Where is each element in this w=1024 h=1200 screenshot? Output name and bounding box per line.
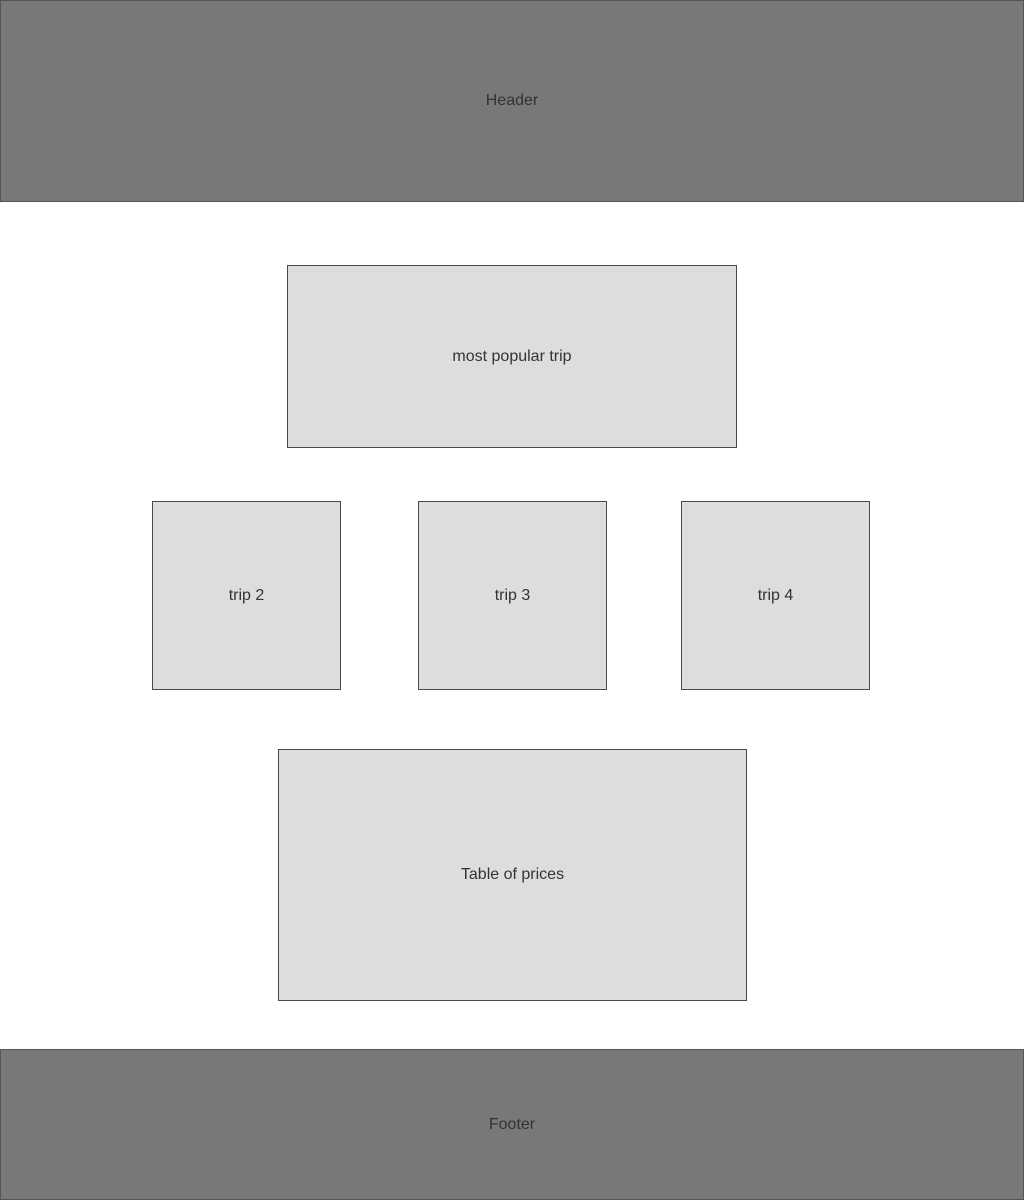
trip-4-block: trip 4 bbox=[681, 501, 870, 690]
table-of-prices-block: Table of prices bbox=[278, 749, 747, 1001]
trip-2-block: trip 2 bbox=[152, 501, 341, 690]
header-label: Header bbox=[485, 92, 539, 109]
trip-2-label: trip 2 bbox=[228, 586, 265, 604]
trip-3-label: trip 3 bbox=[494, 586, 531, 604]
most-popular-trip-label: most popular trip bbox=[452, 347, 572, 365]
most-popular-trip-block: most popular trip bbox=[287, 265, 737, 448]
table-of-prices-label: Table of prices bbox=[460, 866, 565, 883]
footer-block: Footer bbox=[0, 1049, 1024, 1200]
footer-label: Footer bbox=[488, 1115, 536, 1133]
trip-4-label: trip 4 bbox=[757, 586, 794, 604]
header-block: Header bbox=[0, 0, 1024, 202]
trip-3-block: trip 3 bbox=[418, 501, 607, 690]
wireframe-page: Header most popular trip trip 2 trip 3 t… bbox=[0, 0, 1024, 1200]
